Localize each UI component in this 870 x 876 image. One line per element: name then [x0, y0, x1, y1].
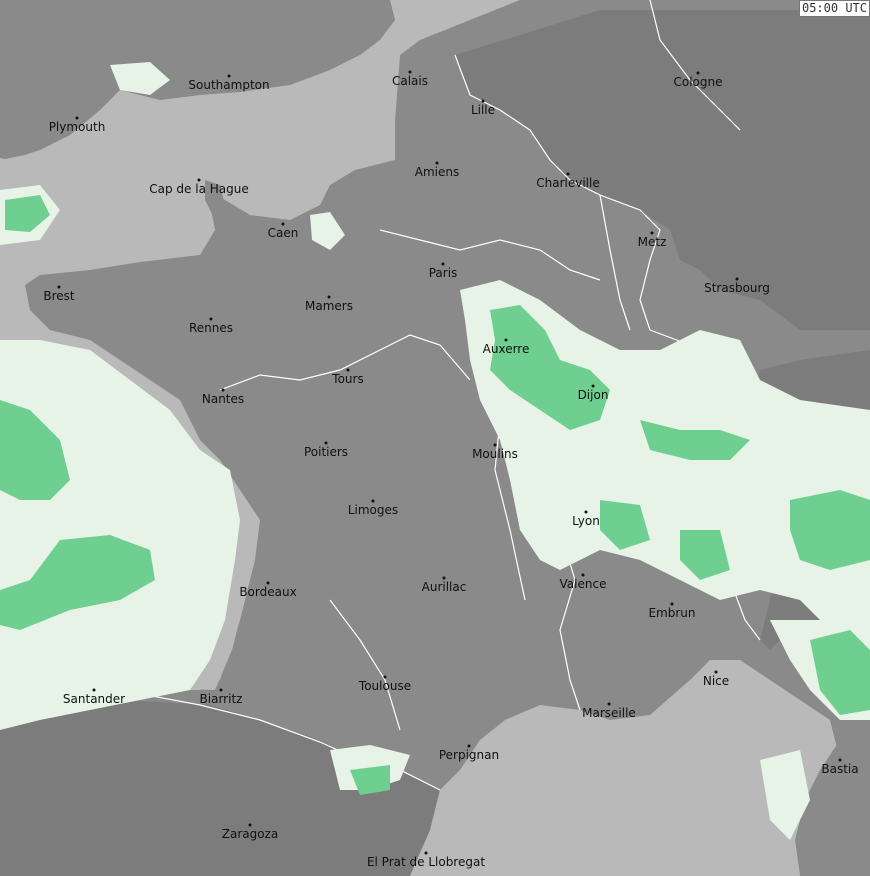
city-label: Moulins [472, 447, 518, 461]
city-label: Metz [638, 235, 667, 249]
city-label: Dijon [578, 388, 609, 402]
city-label: Aurillac [422, 580, 467, 594]
city-label: Marseille [582, 706, 636, 720]
timestamp-label: 05:00 UTC [798, 0, 870, 17]
city-label: Tours [331, 372, 363, 386]
city-label: Bordeaux [239, 585, 296, 599]
city-label: Cologne [673, 75, 722, 89]
city-label: Valence [560, 577, 607, 591]
city-label: Poitiers [304, 445, 348, 459]
city-label: Strasbourg [704, 281, 770, 295]
city-label: Nantes [202, 392, 244, 406]
city-label: Toulouse [358, 679, 411, 693]
city-label: Cap de la Hague [149, 182, 248, 196]
city-label: Santander [63, 692, 125, 706]
city-label: Southampton [188, 78, 269, 92]
city-label: Amiens [415, 165, 459, 179]
city-label: Charleville [536, 176, 599, 190]
city-label: Plymouth [49, 120, 106, 134]
city-label: Mamers [305, 299, 353, 313]
city-label: Caen [268, 226, 299, 240]
city-label: Nice [703, 674, 729, 688]
city-label: Rennes [189, 321, 233, 335]
city-label: Paris [429, 266, 458, 280]
city-label: El Prat de Llobregat [367, 855, 485, 869]
city-label: Brest [43, 289, 75, 303]
city-label: Biarritz [200, 692, 243, 706]
city-label: Zaragoza [222, 827, 278, 841]
city-label: Calais [392, 74, 428, 88]
city-label: Auxerre [483, 342, 530, 356]
city-label: Lyon [572, 514, 600, 528]
city-label: Limoges [348, 503, 398, 517]
city-label: Bastia [821, 762, 858, 776]
weather-radar-map: Southampton Calais Lille Cologne Plymouth Ami… [0, 0, 870, 876]
city-label: Embrun [648, 606, 695, 620]
city-label: Lille [471, 103, 495, 117]
city-label: Perpignan [439, 748, 499, 762]
